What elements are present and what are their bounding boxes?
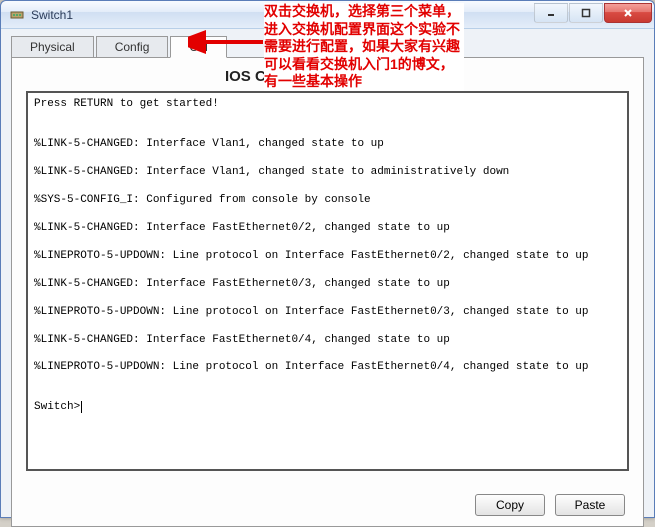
terminal-line: %SYS-5-CONFIG_I: Configured from console… — [34, 193, 621, 209]
terminal-line: %LINK-5-CHANGED: Interface FastEthernet0… — [34, 221, 621, 237]
maximize-icon — [581, 8, 591, 18]
terminal-line: Press RETURN to get started! — [34, 97, 621, 113]
window-controls — [534, 3, 652, 23]
terminal-container: Press RETURN to get started! %LINK-5-CHAN… — [26, 91, 629, 471]
minimize-button[interactable] — [534, 3, 568, 23]
terminal-line: %LINEPROTO-5-UPDOWN: Line protocol on In… — [34, 360, 621, 376]
annotation-text: 双击交换机，选择第三个菜单，进入交换机配置界面这个实验不需要进行配置，如果大家有… — [264, 3, 464, 91]
terminal-line: Switch> — [34, 400, 621, 416]
terminal-line: %LINEPROTO-5-UPDOWN: Line protocol on In… — [34, 249, 621, 265]
terminal-buttons: Copy Paste — [475, 494, 625, 516]
cli-terminal[interactable]: Press RETURN to get started! %LINK-5-CHAN… — [26, 91, 629, 471]
terminal-line: %LINK-5-CHANGED: Interface Vlan1, change… — [34, 137, 621, 153]
terminal-line: %LINK-5-CHANGED: Interface FastEthernet0… — [34, 277, 621, 293]
copy-button[interactable]: Copy — [475, 494, 545, 516]
annotation-arrow — [188, 30, 268, 63]
paste-button[interactable]: Paste — [555, 494, 625, 516]
terminal-line: %LINK-5-CHANGED: Interface FastEthernet0… — [34, 333, 621, 349]
tab-physical[interactable]: Physical — [11, 36, 94, 58]
minimize-icon — [546, 8, 556, 18]
tab-config[interactable]: Config — [96, 36, 169, 58]
close-button[interactable] — [604, 3, 652, 23]
maximize-button[interactable] — [569, 3, 603, 23]
tab-content: IOS Command Line Interface Press RETURN … — [11, 57, 644, 527]
app-icon — [9, 7, 25, 23]
terminal-line: %LINK-5-CHANGED: Interface Vlan1, change… — [34, 165, 621, 181]
terminal-line: %LINEPROTO-5-UPDOWN: Line protocol on In… — [34, 305, 621, 321]
close-icon — [622, 8, 634, 18]
